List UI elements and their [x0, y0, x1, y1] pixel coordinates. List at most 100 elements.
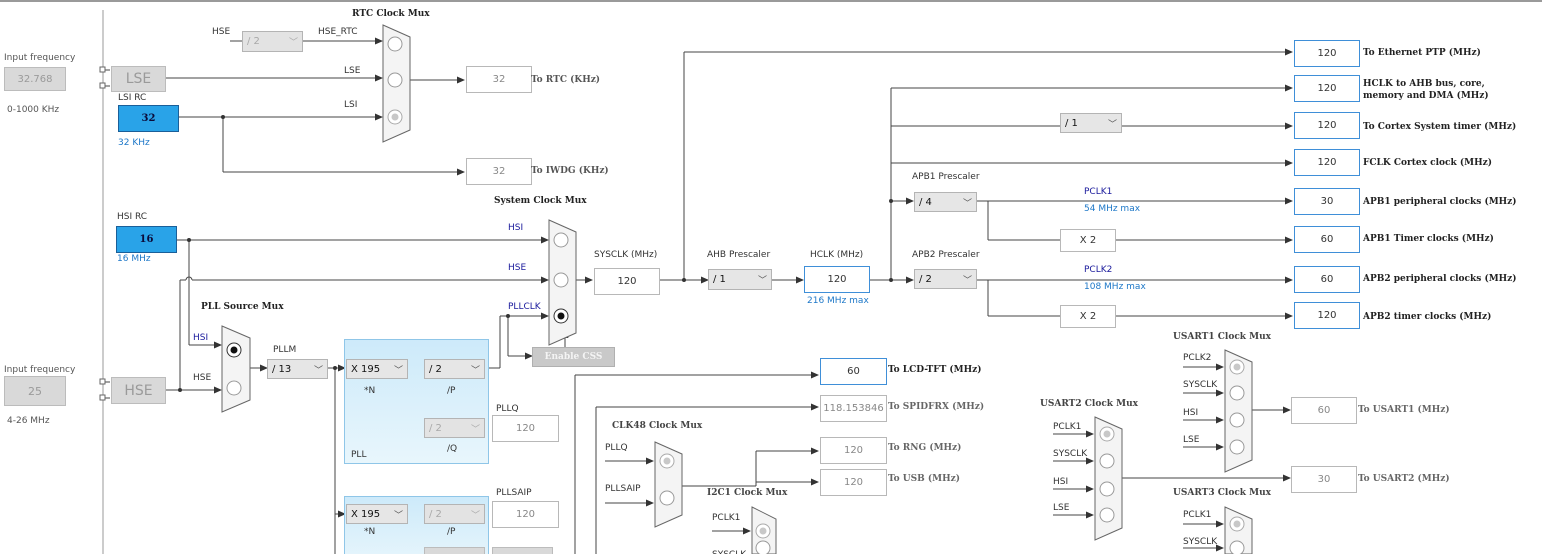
sysclk-value-field[interactable]: 120 — [594, 268, 660, 295]
pclk2-max-label: 108 MHz max — [1084, 282, 1146, 292]
spdifrx-output[interactable]: 118.153846 — [820, 395, 887, 422]
apb2-peripheral-output[interactable]: 60 — [1294, 266, 1360, 293]
usart1-hsi-input-label: HSI — [1183, 408, 1199, 418]
enable-css-button[interactable]: Enable CSS — [532, 347, 615, 367]
chevron-down-icon: ﹀ — [393, 365, 403, 376]
fclk-cortex-label: FCLK Cortex clock (MHz) — [1363, 158, 1492, 168]
apb2-timer-output[interactable]: 120 — [1294, 302, 1360, 329]
pllsai-q-value-field[interactable] — [492, 547, 553, 554]
hclk-value-field[interactable]: 120 — [804, 266, 870, 293]
cortex-system-timer-output[interactable]: 120 — [1294, 112, 1360, 139]
spdifrx-label: To SPIDFRX (MHz) — [888, 402, 985, 412]
usart1-sysclk-input-label: SYSCLK — [1183, 380, 1218, 390]
hse-range-label: 4-26 MHz — [7, 416, 50, 426]
usart3-clock-mux-title: USART3 Clock Mux — [1173, 488, 1272, 498]
chevron-down-icon: ﹀ — [470, 424, 480, 435]
pll-p-divider-select[interactable]: / 2 ﹀ — [424, 359, 485, 379]
pllsaip-value-field[interactable]: 120 — [492, 501, 559, 528]
pll-q-label: /Q — [447, 444, 458, 454]
sysclk-label: SYSCLK (MHz) — [594, 250, 658, 260]
apb2-prescaler-label: APB2 Prescaler — [912, 250, 980, 260]
hclk-max-label: 216 MHz max — [807, 296, 869, 306]
pll-n-multiplier-select[interactable]: X 195 ﹀ — [346, 359, 408, 379]
chevron-down-icon: ﹀ — [313, 365, 323, 376]
hsi-rc-block[interactable]: 16 — [116, 226, 177, 253]
pll-source-mux[interactable] — [221, 325, 251, 413]
pllsai-p-divider-select[interactable]: / 2 ﹀ — [424, 504, 485, 524]
usart1-pclk2-input-label: PCLK2 — [1183, 353, 1212, 363]
usb-label: To USB (MHz) — [888, 474, 960, 484]
apb2-timer-multiplier: X 2 — [1060, 305, 1116, 328]
hse-input-frequency-field[interactable]: 25 — [4, 376, 66, 406]
rtc-lsi-input-label: LSI — [344, 100, 358, 110]
pllsai-p-label: /P — [447, 527, 456, 537]
pllm-divider-select[interactable]: / 13 ﹀ — [267, 359, 328, 379]
clk48-clock-mux-title: CLK48 Clock Mux — [612, 421, 703, 431]
fclk-cortex-output[interactable]: 120 — [1294, 149, 1360, 176]
lse-block[interactable]: LSE — [111, 66, 166, 92]
hclk-ahb-label-line2: memory and DMA (MHz) — [1363, 91, 1489, 101]
lcd-tft-label: To LCD-TFT (MHz) — [888, 365, 982, 375]
pllq-value-field[interactable]: 120 — [492, 415, 559, 442]
pclk1-label: PCLK1 — [1084, 187, 1113, 197]
iwdg-output-label: To IWDG (KHz) — [531, 166, 609, 176]
hse-input-frequency-label: Input frequency — [4, 365, 76, 375]
lcd-tft-output[interactable]: 60 — [820, 358, 887, 385]
usart2-output-label: To USART2 (MHz) — [1358, 474, 1450, 484]
rtc-hse-input-label: HSE — [212, 27, 231, 37]
sysmux-hsi-input-label: HSI — [508, 223, 524, 233]
rtc-frequency-output[interactable]: 32 — [466, 66, 532, 93]
hclk-ahb-output[interactable]: 120 — [1294, 75, 1360, 102]
pll-p-label: /P — [447, 386, 456, 396]
hse-rtc-prescaler-select[interactable]: / 2 ﹀ — [242, 31, 303, 52]
clock-configuration-canvas: Input frequency 32.768 0-1000 KHz LSE LS… — [0, 0, 1542, 554]
ethernet-ptp-output[interactable]: 120 — [1294, 40, 1360, 67]
chevron-down-icon: ﹀ — [470, 365, 480, 376]
usart2-hsi-input-label: HSI — [1053, 477, 1069, 487]
lse-input-frequency-field[interactable]: 32.768 — [4, 67, 66, 91]
clk48-pllsaip-input-label: PLLSAIP — [605, 484, 641, 494]
cortex-system-timer-divider-select[interactable]: / 1 ﹀ — [1060, 113, 1122, 133]
hse-block[interactable]: HSE — [111, 377, 166, 404]
ahb-prescaler-label: AHB Prescaler — [707, 250, 771, 260]
rng-label: To RNG (MHz) — [888, 443, 962, 453]
usart2-lse-input-label: LSE — [1053, 503, 1070, 513]
rng-output[interactable]: 120 — [820, 437, 887, 464]
system-clock-mux-title: System Clock Mux — [494, 196, 587, 206]
apb1-timer-label: APB1 Timer clocks (MHz) — [1363, 234, 1494, 244]
apb1-timer-output[interactable]: 60 — [1294, 226, 1360, 253]
usart2-output[interactable]: 30 — [1291, 466, 1357, 493]
usart2-sysclk-input-label: SYSCLK — [1053, 449, 1088, 459]
apb1-peripheral-label: APB1 peripheral clocks (MHz) — [1363, 197, 1517, 207]
lse-input-frequency-label: Input frequency — [4, 53, 76, 63]
chevron-down-icon: ﹀ — [470, 510, 480, 521]
apb2-prescaler-select[interactable]: / 2 ﹀ — [914, 269, 977, 289]
usart1-output[interactable]: 60 — [1291, 397, 1357, 424]
pll-block — [344, 339, 489, 464]
apb1-peripheral-output[interactable]: 30 — [1294, 188, 1360, 215]
rtc-lse-input-label: LSE — [344, 66, 361, 76]
pll-q-divider-select[interactable]: / 2 ﹀ — [424, 418, 485, 438]
pllm-label: PLLM — [273, 345, 297, 355]
hclk-ahb-label: HCLK to AHB bus, core, — [1363, 79, 1485, 89]
usart1-lse-input-label: LSE — [1183, 435, 1200, 445]
rtc-clock-mux-title: RTC Clock Mux — [352, 9, 430, 19]
pllq-label: PLLQ — [496, 404, 519, 414]
ahb-prescaler-select[interactable]: / 1 ﹀ — [708, 269, 772, 290]
pllsai-n-multiplier-select[interactable]: X 195 ﹀ — [346, 504, 408, 524]
usart1-clock-mux-title: USART1 Clock Mux — [1173, 332, 1272, 342]
lsi-rc-block[interactable]: 32 — [118, 105, 179, 132]
apb2-peripheral-label: APB2 peripheral clocks (MHz) — [1363, 274, 1517, 284]
apb2-timer-label: APB2 timer clocks (MHz) — [1363, 312, 1492, 322]
usb-output[interactable]: 120 — [820, 469, 887, 496]
pll-source-hsi-label: HSI — [193, 333, 209, 343]
lsi-frequency-label: 32 KHz — [118, 138, 150, 148]
apb1-prescaler-select[interactable]: / 4 ﹀ — [914, 192, 977, 212]
ethernet-ptp-label: To Ethernet PTP (MHz) — [1363, 48, 1481, 58]
apb1-timer-multiplier: X 2 — [1060, 229, 1116, 252]
pllsai-n-label: *N — [364, 527, 376, 537]
rtc-output-label: To RTC (KHz) — [531, 75, 601, 85]
iwdg-frequency-output[interactable]: 32 — [466, 158, 532, 185]
pclk2-label: PCLK2 — [1084, 265, 1113, 275]
pllsai-q-divider-select[interactable] — [424, 547, 485, 554]
